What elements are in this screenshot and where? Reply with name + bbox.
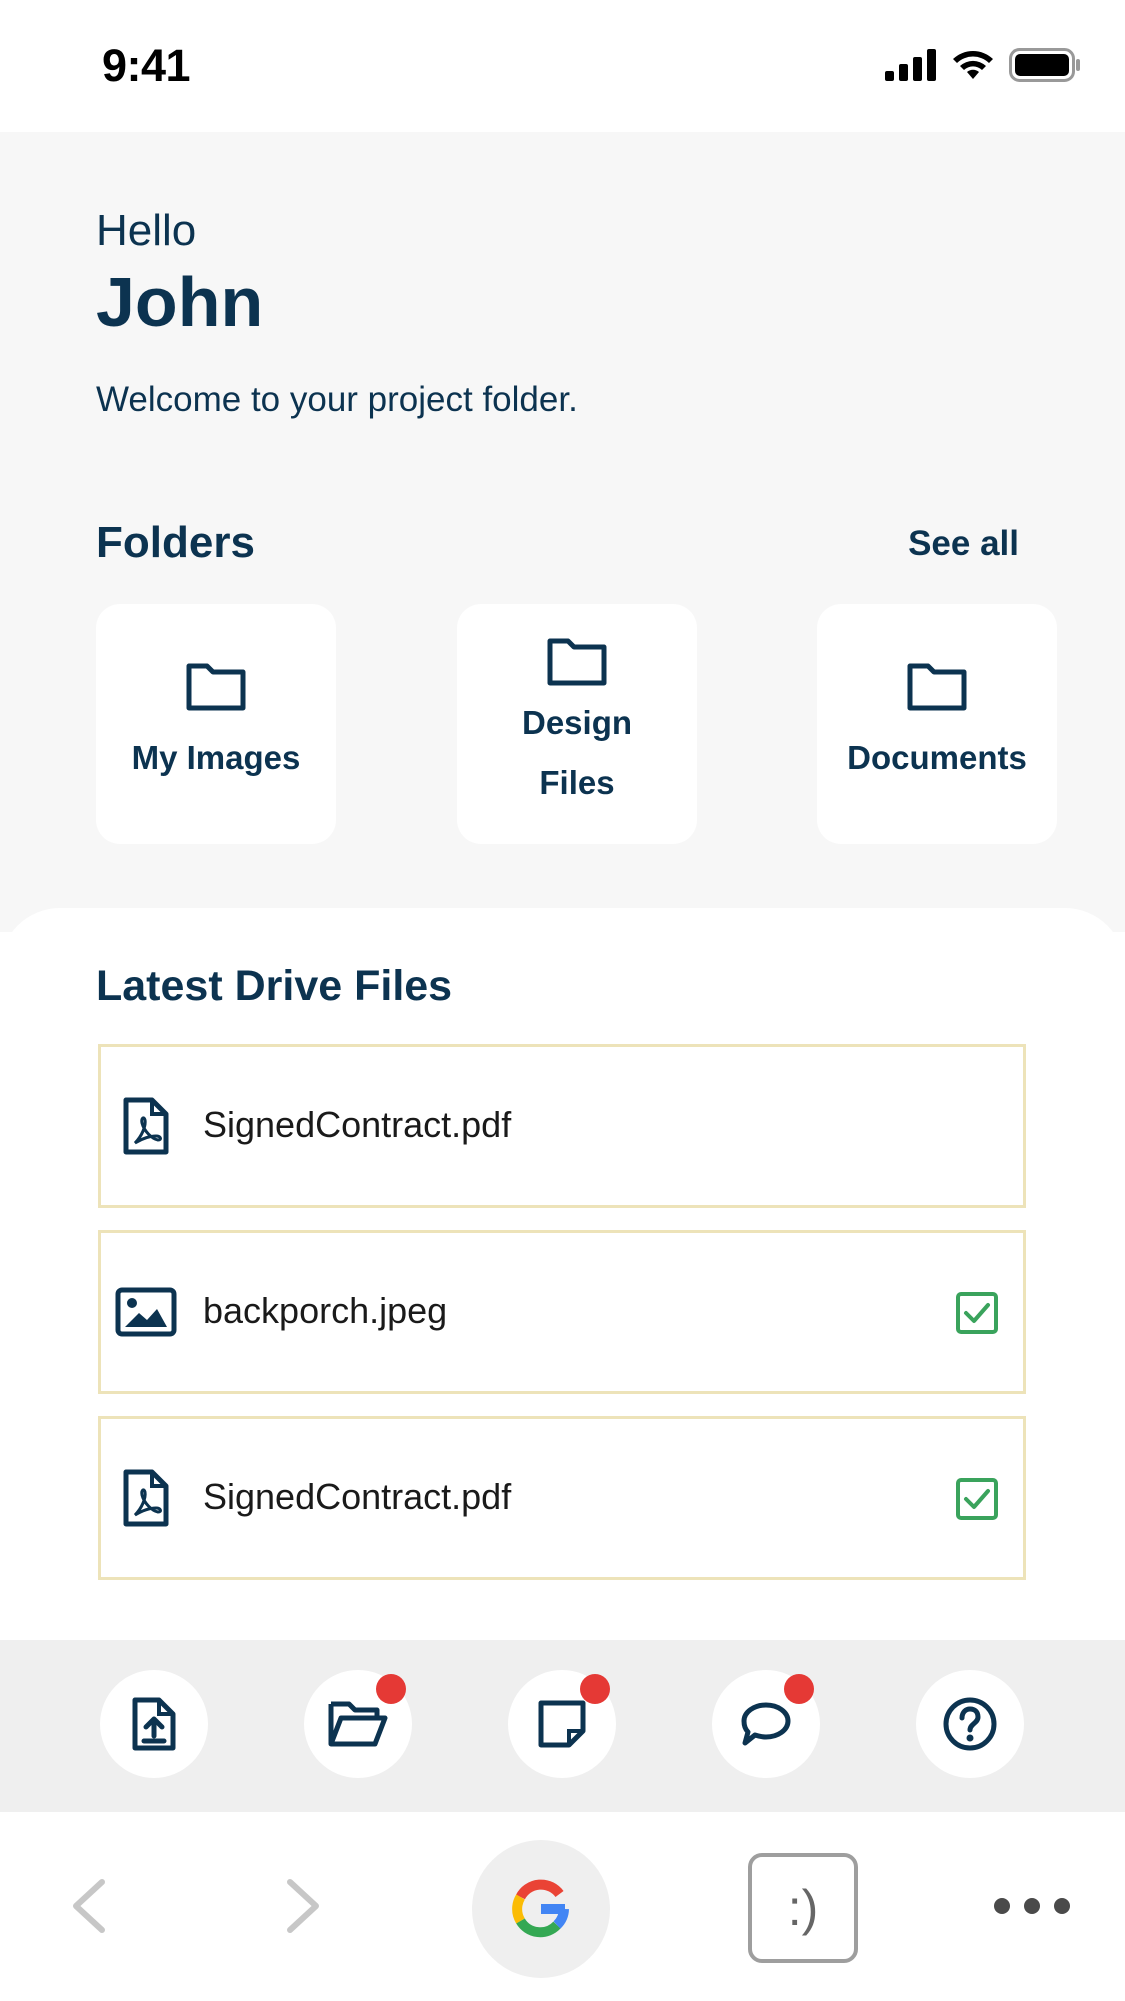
chat-button[interactable] xyxy=(712,1670,820,1778)
note-icon xyxy=(538,1700,586,1748)
help-button[interactable] xyxy=(916,1670,1024,1778)
google-logo-icon xyxy=(512,1879,569,1938)
see-all-link[interactable]: See all xyxy=(908,524,1019,564)
notes-button[interactable] xyxy=(508,1670,616,1778)
file-name: backporch.jpeg xyxy=(203,1290,448,1331)
files-title: Latest Drive Files xyxy=(96,962,453,1010)
forward-arrow-icon[interactable] xyxy=(270,1876,330,1936)
tabs-button[interactable]: :) xyxy=(748,1853,858,1963)
file-row[interactable]: backporch.jpeg xyxy=(98,1230,1026,1394)
google-search-button[interactable] xyxy=(472,1840,610,1978)
pdf-file-icon xyxy=(111,1091,181,1161)
folder-card-my-images[interactable]: My Images xyxy=(96,604,336,844)
more-dot-icon xyxy=(1024,1898,1040,1914)
folder-icon xyxy=(186,663,246,711)
file-name: SignedContract.pdf xyxy=(203,1104,512,1145)
more-dot-icon xyxy=(1054,1898,1070,1914)
notification-badge xyxy=(376,1674,406,1704)
tabs-button-label: :) xyxy=(787,1880,819,1936)
back-arrow-icon[interactable] xyxy=(62,1876,122,1936)
folder-card-documents[interactable]: Documents xyxy=(817,604,1057,844)
more-menu-button[interactable] xyxy=(994,1892,1070,1920)
notification-badge xyxy=(784,1674,814,1704)
folder-card-design-files[interactable]: Design Files xyxy=(457,604,697,844)
upload-button[interactable] xyxy=(100,1670,208,1778)
checked-checkbox-icon[interactable] xyxy=(955,1477,999,1521)
pdf-file-icon xyxy=(111,1463,181,1533)
upload-file-icon xyxy=(132,1697,176,1751)
folder-label: My Images xyxy=(131,739,301,776)
folders-button[interactable] xyxy=(304,1670,412,1778)
folder-label: Documents xyxy=(847,739,1027,776)
status-bar: 9:41 xyxy=(0,0,1125,132)
folder-icon xyxy=(907,663,967,711)
open-folder-icon xyxy=(328,1701,388,1747)
notification-badge xyxy=(580,1674,610,1704)
file-name: SignedContract.pdf xyxy=(203,1476,512,1517)
folder-icon xyxy=(547,638,607,686)
status-time: 9:41 xyxy=(102,40,191,91)
battery-icon xyxy=(1009,48,1080,82)
more-dot-icon xyxy=(994,1898,1010,1914)
username: John xyxy=(96,263,264,341)
file-row[interactable]: SignedContract.pdf xyxy=(98,1044,1026,1208)
wifi-icon xyxy=(953,51,993,79)
file-row[interactable]: SignedContract.pdf xyxy=(98,1416,1026,1580)
welcome-text: Welcome to your project folder. xyxy=(96,380,578,419)
image-file-icon xyxy=(111,1277,181,1347)
chat-icon xyxy=(741,1702,791,1746)
folders-title: Folders xyxy=(96,518,255,567)
status-icons xyxy=(885,48,1081,82)
greeting: Hello xyxy=(96,206,197,255)
signal-icon xyxy=(885,49,936,81)
checked-checkbox-icon[interactable] xyxy=(955,1291,999,1335)
folder-label: Design Files xyxy=(521,704,633,801)
help-icon xyxy=(943,1697,997,1751)
